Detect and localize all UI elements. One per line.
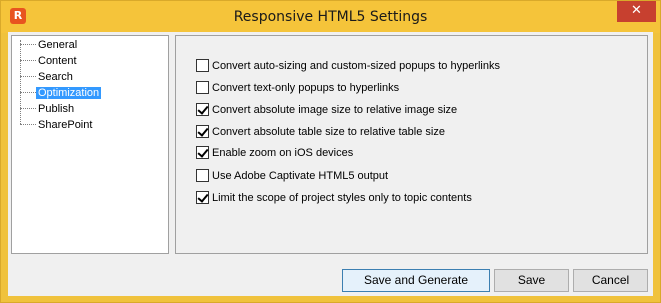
- close-button[interactable]: ✕: [617, 1, 656, 22]
- option-relative-table-size[interactable]: Convert absolute table size to relative …: [196, 125, 445, 139]
- tree-item-label: Content: [38, 55, 77, 67]
- checkbox[interactable]: [196, 169, 209, 182]
- checkbox[interactable]: [196, 125, 209, 138]
- tree-connector: [20, 37, 36, 45]
- tree-item-label: SharePoint: [38, 119, 93, 131]
- checkbox[interactable]: [196, 59, 209, 72]
- tree-item-label: Publish: [38, 103, 75, 115]
- dialog-body: General Content Search Optimization Publ…: [8, 32, 653, 296]
- tree-connector: [20, 53, 36, 61]
- tree-item-search[interactable]: Search: [20, 70, 75, 85]
- tree-item-label: General: [38, 39, 78, 51]
- option-relative-image-size[interactable]: Convert absolute image size to relative …: [196, 103, 457, 117]
- option-captivate-html5[interactable]: Use Adobe Captivate HTML5 output: [196, 169, 388, 183]
- option-convert-popups-to-hyperlinks[interactable]: Convert auto-sizing and custom-sized pop…: [196, 59, 500, 73]
- checkbox[interactable]: [196, 191, 209, 204]
- tree-item-optimization[interactable]: Optimization: [20, 85, 102, 101]
- option-label: Convert text-only popups to hyperlinks: [212, 82, 400, 94]
- option-label: Limit the scope of project styles only t…: [212, 192, 472, 204]
- tree-item-sharepoint[interactable]: SharePoint: [20, 118, 94, 133]
- option-label: Convert absolute table size to relative …: [212, 126, 445, 138]
- option-label: Convert absolute image size to relative …: [212, 104, 458, 116]
- optimization-panel: Convert auto-sizing and custom-sized pop…: [175, 35, 648, 254]
- settings-dialog: R Responsive HTML5 Settings ✕ General Co…: [0, 0, 661, 303]
- tree-item-content[interactable]: Content: [20, 54, 79, 69]
- tree-connector: [20, 101, 36, 109]
- option-enable-ios-zoom[interactable]: Enable zoom on iOS devices: [196, 146, 353, 160]
- save-and-generate-button[interactable]: Save and Generate: [342, 269, 490, 292]
- option-convert-text-popups[interactable]: Convert text-only popups to hyperlinks: [196, 81, 399, 95]
- tree-connector: [20, 117, 36, 125]
- option-limit-style-scope[interactable]: Limit the scope of project styles only t…: [196, 191, 472, 205]
- option-label: Use Adobe Captivate HTML5 output: [212, 170, 389, 182]
- tree-item-label: Search: [38, 71, 73, 83]
- option-label: Enable zoom on iOS devices: [212, 147, 354, 159]
- option-label: Convert auto-sizing and custom-sized pop…: [212, 60, 500, 72]
- tree-connector: [20, 85, 36, 93]
- settings-tree: General Content Search Optimization Publ…: [11, 35, 169, 254]
- window-title: Responsive HTML5 Settings: [233, 9, 428, 25]
- tree-connector: [20, 69, 36, 77]
- tree-item-publish[interactable]: Publish: [20, 102, 76, 117]
- tree-item-general[interactable]: General: [20, 38, 79, 53]
- checkbox[interactable]: [196, 103, 209, 116]
- checkbox[interactable]: [196, 146, 209, 159]
- tree-item-label: Optimization: [36, 87, 102, 99]
- save-button[interactable]: Save: [494, 269, 569, 292]
- title-bar[interactable]: R Responsive HTML5 Settings ✕: [1, 1, 660, 33]
- checkbox[interactable]: [196, 81, 209, 94]
- cancel-button[interactable]: Cancel: [573, 269, 648, 292]
